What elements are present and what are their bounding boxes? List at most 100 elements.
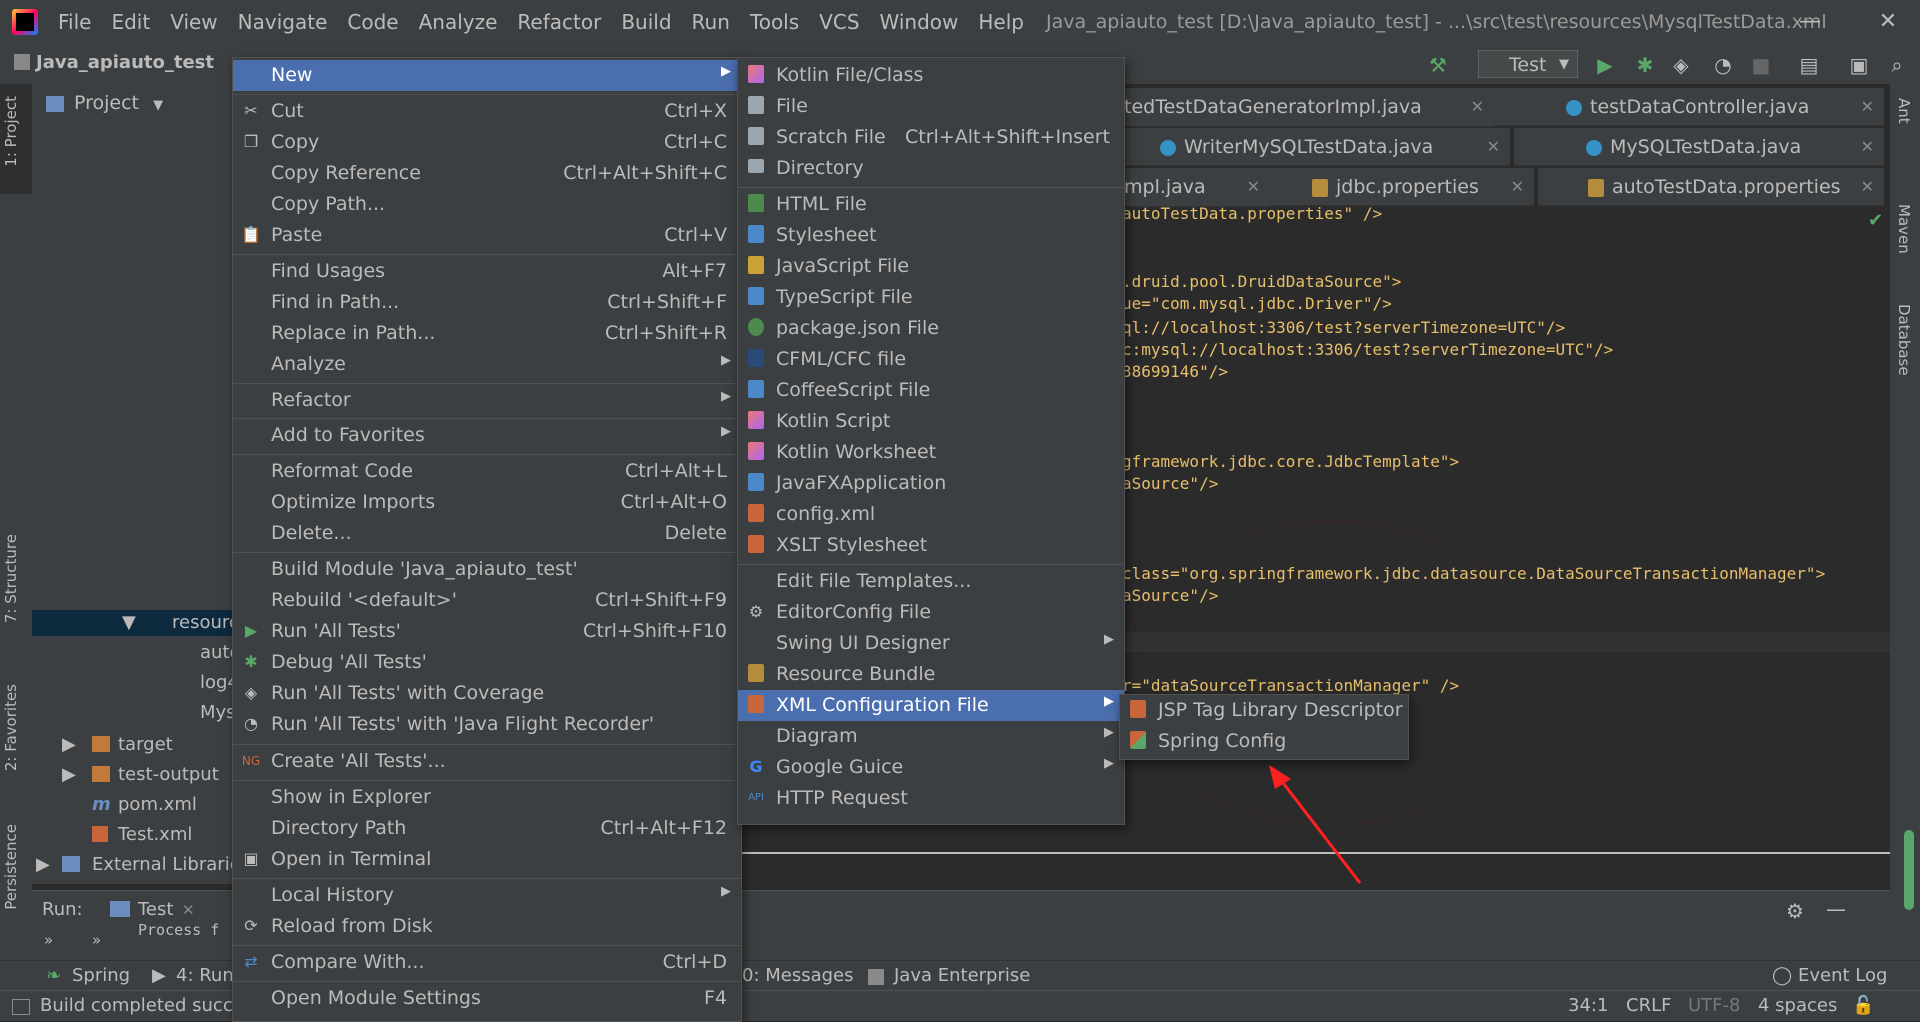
menu-item-javafx-application[interactable]: JavaFXApplication xyxy=(738,468,1124,499)
menu-item-file[interactable]: File xyxy=(738,91,1124,122)
tool-tab-database[interactable]: Database xyxy=(1895,304,1913,376)
menu-item-scratch-file[interactable]: Scratch File Ctrl+Alt+Shift+Insert xyxy=(738,122,1124,153)
breadcrumb-project[interactable]: Java_apiauto_test xyxy=(36,52,214,73)
code-line[interactable]: ql://localhost:3306/test?serverTimezone=… xyxy=(1122,318,1565,337)
menu-item-rebuild[interactable]: Rebuild '<default>' Ctrl+Shift+F9 xyxy=(233,585,741,616)
tree-node-arrow-icon[interactable]: ▶ xyxy=(62,764,76,785)
menu-item-delete[interactable]: Delete... Delete xyxy=(233,518,741,549)
tool-tab-structure[interactable]: 7: Structure xyxy=(2,534,20,623)
tool-tab-favorites[interactable]: 2: Favorites xyxy=(2,684,20,771)
expand-icon[interactable]: » xyxy=(92,931,101,949)
bottom-tab-spring[interactable]: Spring xyxy=(72,965,130,986)
editor-tab[interactable]: tedTestDataGeneratorImpl.java ✕ xyxy=(1120,88,1494,127)
menu-item-http-request[interactable]: API HTTP Request xyxy=(738,783,1124,814)
menu-item-open-module-settings[interactable]: Open Module Settings F4 xyxy=(233,983,741,1014)
menu-item-directory-path[interactable]: Directory Path Ctrl+Alt+F12 xyxy=(233,813,741,844)
menu-item-coffeescript-file[interactable]: CoffeeScript File xyxy=(738,375,1124,406)
menu-item-copy-reference[interactable]: Copy Reference Ctrl+Alt+Shift+C xyxy=(233,158,741,189)
terminal-icon[interactable]: ▣ xyxy=(1846,52,1872,78)
editor-tab[interactable]: MySQLTestData.java ✕ xyxy=(1514,128,1884,166)
menu-item-debug-all-tests[interactable]: ✱ Debug 'All Tests' xyxy=(233,647,741,678)
tool-tab-ant[interactable]: Ant xyxy=(1895,98,1913,124)
project-panel-title[interactable]: Project ▼ xyxy=(74,92,163,114)
menu-item-config-xml[interactable]: config.xml xyxy=(738,499,1124,530)
menu-item-local-history[interactable]: Local History ▶ xyxy=(233,880,741,911)
menu-file[interactable]: File xyxy=(48,0,101,44)
menu-item-edit-file-templates[interactable]: Edit File Templates... xyxy=(738,566,1124,597)
bottom-tab-run[interactable]: 4: Run xyxy=(176,965,234,986)
menu-item-copy[interactable]: ❐ Copy Ctrl+C xyxy=(233,127,741,158)
tree-item-test-output[interactable]: test-output xyxy=(118,764,219,785)
tree-item-pom[interactable]: pom.xml xyxy=(118,794,197,815)
menu-item-html-file[interactable]: HTML File xyxy=(738,189,1124,220)
run-icon[interactable]: ▶ xyxy=(1592,52,1618,78)
tree-item-target[interactable]: target xyxy=(118,734,173,755)
menu-run[interactable]: Run xyxy=(682,0,740,44)
menu-item-stylesheet[interactable]: Stylesheet xyxy=(738,220,1124,251)
menu-tools[interactable]: Tools xyxy=(740,0,809,44)
code-line[interactable]: class="org.springframework.jdbc.datasour… xyxy=(1122,564,1825,583)
close-icon[interactable]: ✕ xyxy=(1471,88,1484,126)
close-icon[interactable]: ✕ xyxy=(1861,88,1874,125)
menu-item-build-module[interactable]: Build Module 'Java_apiauto_test' xyxy=(233,554,741,585)
bottom-tab-java-enterprise[interactable]: Java Enterprise xyxy=(894,965,1030,986)
restore-icon[interactable] xyxy=(1800,8,1828,36)
menu-item-typescript-file[interactable]: TypeScript File xyxy=(738,282,1124,313)
bottom-tab-messages[interactable]: 0: Messages xyxy=(742,965,854,986)
tree-item-external-libraries[interactable]: External Librarie xyxy=(92,854,241,875)
caret-position[interactable]: 34:1 xyxy=(1568,995,1608,1016)
tool-tab-project[interactable]: 1: Project xyxy=(2,96,20,167)
run-tab-test[interactable]: Test xyxy=(138,899,173,920)
code-line[interactable]: 38699146"/> xyxy=(1122,362,1228,381)
menu-item-copy-path[interactable]: Copy Path... xyxy=(233,189,741,220)
gear-icon[interactable]: ⚙ xyxy=(1786,899,1804,923)
search-icon[interactable]: ⌕ xyxy=(1884,52,1910,78)
code-line[interactable]: aSource"/> xyxy=(1122,586,1218,605)
menu-item-run-all-tests[interactable]: ▶ Run 'All Tests' Ctrl+Shift+F10 xyxy=(233,616,741,647)
close-icon[interactable]: ✕ xyxy=(1861,168,1874,205)
editor-tab[interactable]: testDataController.java ✕ xyxy=(1494,88,1884,126)
menu-item-diagram[interactable]: Diagram ▶ xyxy=(738,721,1124,752)
close-window-icon[interactable]: ✕ xyxy=(1874,8,1902,36)
indent-setting[interactable]: 4 spaces xyxy=(1758,995,1837,1016)
run-config-select[interactable]: Test ▼ xyxy=(1478,50,1578,78)
menu-item-find-in-path[interactable]: Find in Path... Ctrl+Shift+F xyxy=(233,287,741,318)
menu-item-package-json[interactable]: package.json File xyxy=(738,313,1124,344)
menu-item-resource-bundle[interactable]: Resource Bundle xyxy=(738,659,1124,690)
code-line[interactable]: .druid.pool.DruidDataSource"> xyxy=(1122,272,1401,291)
menu-item-replace-in-path[interactable]: Replace in Path... Ctrl+Shift+R xyxy=(233,318,741,349)
project-structure-icon[interactable]: ▤ xyxy=(1796,52,1822,78)
menu-item-kotlin-script[interactable]: Kotlin Script xyxy=(738,406,1124,437)
editor-tab[interactable]: autoTestData.properties ✕ xyxy=(1538,168,1884,206)
close-icon[interactable]: ✕ xyxy=(182,901,195,919)
menu-item-paste[interactable]: 📋 Paste Ctrl+V xyxy=(233,220,741,251)
menu-item-open-in-terminal[interactable]: ▣ Open in Terminal xyxy=(233,844,741,875)
editor-tab[interactable]: jdbc.properties ✕ xyxy=(1270,168,1534,206)
code-line[interactable]: autoTestData.properties" /> xyxy=(1122,204,1382,223)
menu-item-compare-with[interactable]: ⇄ Compare With... Ctrl+D xyxy=(233,947,741,978)
menu-item-directory[interactable]: Directory xyxy=(738,153,1124,184)
tree-node-arrow-icon[interactable]: ▶ xyxy=(62,734,76,755)
tree-item-mysqltestdata[interactable]: Mys xyxy=(200,702,236,723)
menu-item-google-guice[interactable]: G Google Guice ▶ xyxy=(738,752,1124,783)
menu-code[interactable]: Code xyxy=(337,0,408,44)
menu-item-kotlin-worksheet[interactable]: Kotlin Worksheet xyxy=(738,437,1124,468)
menu-item-refactor[interactable]: Refactor ▶ xyxy=(233,385,741,416)
menu-edit[interactable]: Edit xyxy=(101,0,160,44)
file-encoding[interactable]: UTF-8 xyxy=(1688,995,1740,1016)
tree-node-arrow-icon[interactable]: ▶ xyxy=(36,854,50,875)
menu-item-analyze[interactable]: Analyze ▶ xyxy=(233,349,741,380)
tree-node-arrow-icon[interactable]: ▼ xyxy=(122,612,136,633)
menu-refactor[interactable]: Refactor xyxy=(507,0,611,44)
menu-window[interactable]: Window xyxy=(870,0,969,44)
close-icon[interactable]: ✕ xyxy=(1487,128,1500,165)
menu-vcs[interactable]: VCS xyxy=(809,0,869,44)
menu-item-run-with-coverage[interactable]: ◈ Run 'All Tests' with Coverage xyxy=(233,678,741,709)
tree-item-test-xml[interactable]: Test.xml xyxy=(118,824,192,845)
stop-icon[interactable]: ■ xyxy=(1748,52,1774,78)
expand-icon[interactable]: » xyxy=(44,931,53,949)
menu-item-xml-configuration-file[interactable]: XML Configuration File ▶ xyxy=(738,690,1124,721)
tree-item-resources[interactable]: resourc xyxy=(172,612,239,633)
close-icon[interactable]: ✕ xyxy=(1247,168,1260,206)
tool-tab-persistence[interactable]: Persistence xyxy=(2,824,20,910)
